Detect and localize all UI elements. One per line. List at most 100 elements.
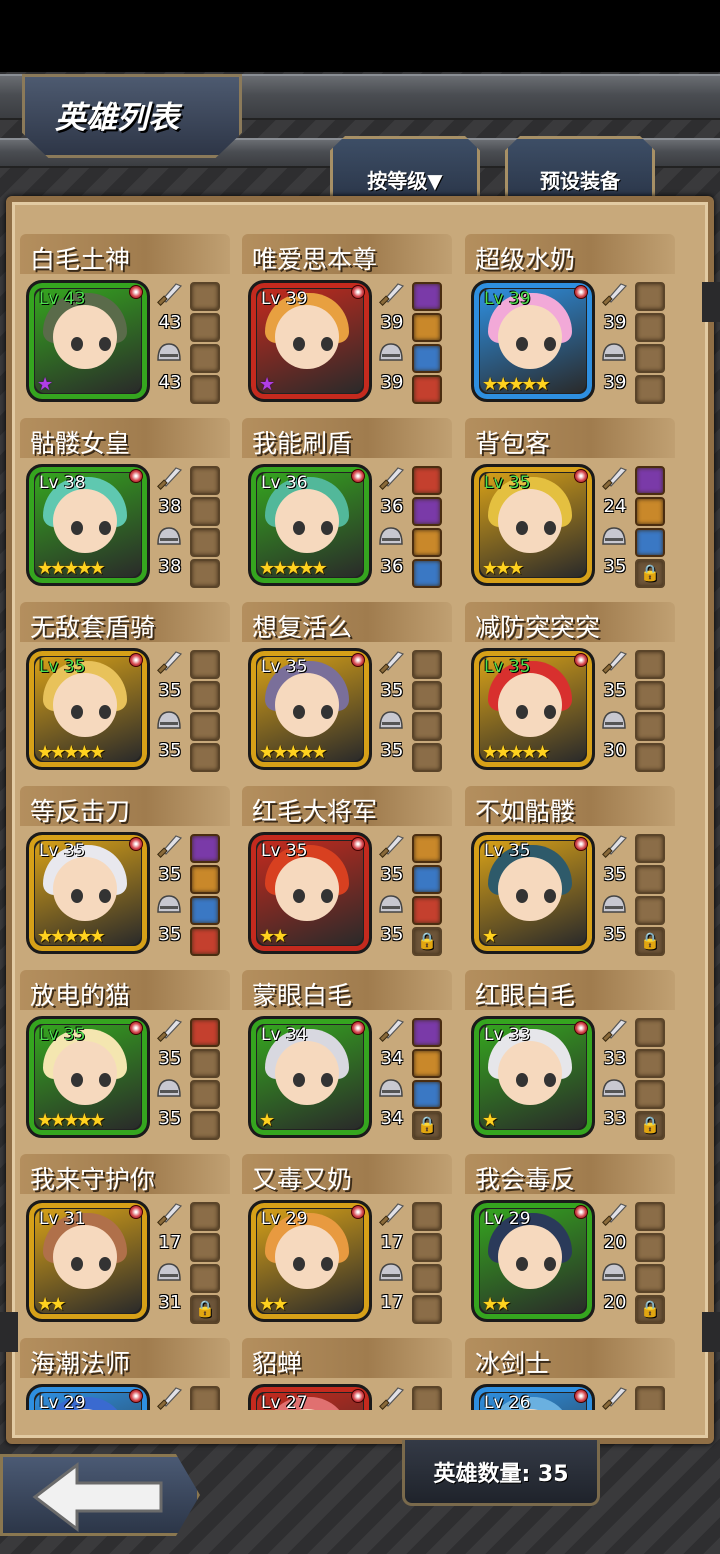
hero-portrait[interactable]: Lv 35 ★★★★★ <box>471 648 595 770</box>
hero-portrait[interactable]: Lv 35 ★★★★★ <box>26 1016 150 1138</box>
hero-card[interactable]: 貂蝉 Lv 27 <box>242 1338 452 1410</box>
equipment-slot-empty[interactable] <box>412 1202 442 1231</box>
hero-card[interactable]: 我来守护你 Lv 31 ★★ 17 31 🔒 <box>20 1154 230 1326</box>
hero-card[interactable]: 红眼白毛 Lv 33 ★ 33 33 🔒 <box>465 970 675 1142</box>
equipment-slot-filled[interactable] <box>190 896 220 925</box>
equipment-slot-filled[interactable] <box>412 282 442 311</box>
equipment-slot-empty[interactable] <box>190 466 220 495</box>
equipment-slot-empty[interactable] <box>190 650 220 679</box>
hero-card[interactable]: 减防突突突 Lv 35 ★★★★★ 35 30 <box>465 602 675 774</box>
equipment-slot-empty[interactable] <box>190 681 220 710</box>
hero-portrait[interactable]: Lv 35 ★★★★★ <box>26 648 150 770</box>
hero-portrait[interactable]: Lv 35 ★★★ <box>471 464 595 586</box>
equipment-slot-empty[interactable] <box>635 896 665 925</box>
equipment-slot-empty[interactable] <box>190 743 220 772</box>
equipment-slot-empty[interactable] <box>190 313 220 342</box>
back-button[interactable] <box>0 1454 200 1536</box>
equipment-slot-empty[interactable] <box>635 743 665 772</box>
equipment-slot-empty[interactable] <box>635 1202 665 1231</box>
equipment-slot-empty[interactable] <box>190 1264 220 1293</box>
hero-card[interactable]: 等反击刀 Lv 35 ★★★★★ 35 35 <box>20 786 230 958</box>
hero-card[interactable]: 蒙眼白毛 Lv 34 ★ 34 34 🔒 <box>242 970 452 1142</box>
hero-card[interactable]: 白毛土神 Lv 43 ★ 43 43 <box>20 234 230 406</box>
equipment-slot-locked[interactable]: 🔒 <box>635 559 665 588</box>
equipment-slot-filled[interactable] <box>412 375 442 404</box>
equipment-slot-empty[interactable] <box>190 528 220 557</box>
equipment-slot-filled[interactable] <box>412 1049 442 1078</box>
equipment-slot-empty[interactable] <box>190 1080 220 1109</box>
hero-card[interactable]: 唯爱思本尊 Lv 39 ★ 39 39 <box>242 234 452 406</box>
equipment-slot-empty[interactable] <box>190 497 220 526</box>
hero-portrait[interactable]: Lv 39 ★★★★★ <box>471 280 595 402</box>
hero-portrait[interactable]: Lv 29 ★★ <box>471 1200 595 1322</box>
hero-portrait[interactable]: Lv 39 ★ <box>248 280 372 402</box>
equipment-slot-empty[interactable] <box>635 865 665 894</box>
equipment-slot-empty[interactable] <box>635 1264 665 1293</box>
equipment-slot-empty[interactable] <box>190 1111 220 1140</box>
equipment-slot-locked[interactable]: 🔒 <box>412 1111 442 1140</box>
equipment-slot-empty[interactable] <box>412 1386 442 1410</box>
hero-portrait[interactable]: Lv 35 ★ <box>471 832 595 954</box>
equipment-slot-empty[interactable] <box>635 1080 665 1109</box>
equipment-slot-empty[interactable] <box>635 344 665 373</box>
hero-card[interactable]: 超级水奶 Lv 39 ★★★★★ 39 39 <box>465 234 675 406</box>
equipment-slot-locked[interactable]: 🔒 <box>412 927 442 956</box>
equipment-slot-filled[interactable] <box>412 1080 442 1109</box>
equipment-slot-empty[interactable] <box>635 681 665 710</box>
equipment-slot-empty[interactable] <box>190 344 220 373</box>
hero-card[interactable]: 想复活么 Lv 35 ★★★★★ 35 35 <box>242 602 452 774</box>
hero-portrait[interactable]: Lv 35 ★★★★★ <box>248 648 372 770</box>
equipment-slot-empty[interactable] <box>412 1233 442 1262</box>
equipment-slot-filled[interactable] <box>412 466 442 495</box>
equipment-slot-empty[interactable] <box>190 1386 220 1410</box>
equipment-slot-locked[interactable]: 🔒 <box>635 1295 665 1324</box>
equipment-slot-empty[interactable] <box>412 650 442 679</box>
equipment-slot-empty[interactable] <box>190 282 220 311</box>
hero-portrait[interactable]: Lv 35 ★★ <box>248 832 372 954</box>
equipment-slot-filled[interactable] <box>412 497 442 526</box>
hero-portrait[interactable]: Lv 29 ★★ <box>248 1200 372 1322</box>
hero-card[interactable]: 放电的猫 Lv 35 ★★★★★ 35 35 <box>20 970 230 1142</box>
equipment-slot-filled[interactable] <box>412 559 442 588</box>
hero-portrait[interactable]: Lv 27 <box>248 1384 372 1410</box>
hero-portrait[interactable]: Lv 38 ★★★★★ <box>26 464 150 586</box>
equipment-slot-filled[interactable] <box>635 466 665 495</box>
equipment-slot-empty[interactable] <box>635 712 665 741</box>
equipment-slot-empty[interactable] <box>635 1386 665 1410</box>
equipment-slot-filled[interactable] <box>190 1018 220 1047</box>
sort-by-level-tab[interactable]: 按等级▼ <box>330 136 480 202</box>
hero-card[interactable]: 我能刷盾 Lv 36 ★★★★★ 36 36 <box>242 418 452 590</box>
equipment-slot-filled[interactable] <box>635 497 665 526</box>
equipment-slot-empty[interactable] <box>190 375 220 404</box>
equipment-slot-empty[interactable] <box>635 375 665 404</box>
equipment-slot-empty[interactable] <box>412 712 442 741</box>
hero-portrait[interactable]: Lv 31 ★★ <box>26 1200 150 1322</box>
equipment-slot-empty[interactable] <box>412 1295 442 1324</box>
equipment-slot-empty[interactable] <box>190 1202 220 1231</box>
hero-card[interactable]: 背包客 Lv 35 ★★★ 24 35 🔒 <box>465 418 675 590</box>
equipment-slot-empty[interactable] <box>412 743 442 772</box>
equipment-slot-empty[interactable] <box>635 282 665 311</box>
equipment-slot-empty[interactable] <box>190 1233 220 1262</box>
equipment-slot-empty[interactable] <box>635 834 665 863</box>
equipment-slot-filled[interactable] <box>190 834 220 863</box>
equipment-slot-empty[interactable] <box>635 1233 665 1262</box>
equipment-slot-locked[interactable]: 🔒 <box>635 927 665 956</box>
hero-portrait[interactable]: Lv 26 <box>471 1384 595 1410</box>
hero-card[interactable]: 冰剑士 Lv 26 <box>465 1338 675 1410</box>
hero-card[interactable]: 骷髅女皇 Lv 38 ★★★★★ 38 38 <box>20 418 230 590</box>
hero-portrait[interactable]: Lv 33 ★ <box>471 1016 595 1138</box>
equipment-slot-filled[interactable] <box>190 865 220 894</box>
hero-card[interactable]: 不如骷髅 Lv 35 ★ 35 35 🔒 <box>465 786 675 958</box>
equipment-slot-filled[interactable] <box>412 834 442 863</box>
hero-card[interactable]: 我会毒反 Lv 29 ★★ 20 20 🔒 <box>465 1154 675 1326</box>
equipment-slot-locked[interactable]: 🔒 <box>635 1111 665 1140</box>
equipment-slot-empty[interactable] <box>412 681 442 710</box>
equipment-slot-locked[interactable]: 🔒 <box>190 1295 220 1324</box>
equipment-slot-empty[interactable] <box>412 1264 442 1293</box>
preset-equipment-tab[interactable]: 预设装备 <box>505 136 655 202</box>
equipment-slot-filled[interactable] <box>412 313 442 342</box>
hero-portrait[interactable]: Lv 43 ★ <box>26 280 150 402</box>
equipment-slot-filled[interactable] <box>412 865 442 894</box>
equipment-slot-filled[interactable] <box>412 528 442 557</box>
